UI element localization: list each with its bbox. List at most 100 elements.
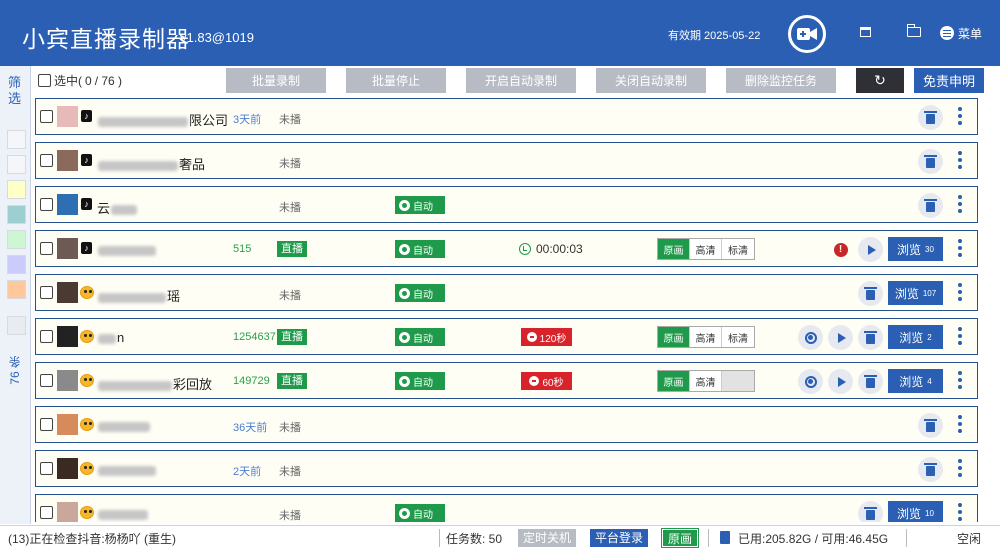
quality-high[interactable]: 高清	[690, 371, 722, 391]
quality-standard[interactable]: 标清	[722, 239, 754, 259]
browse-button[interactable]: 浏览 30	[888, 237, 943, 261]
more-options-icon[interactable]	[958, 503, 962, 522]
browse-button[interactable]: 浏览 10	[888, 501, 943, 522]
list-item[interactable]: ♪ 515 直播 自动 00:00:03 原画 高清 标清 ! 浏览 30	[35, 230, 978, 267]
list-item[interactable]: 瑶 未播 自动 浏览 107	[35, 274, 978, 311]
play-button[interactable]	[828, 369, 853, 394]
streamer-name[interactable]	[97, 242, 157, 257]
more-options-icon[interactable]	[958, 371, 962, 391]
list-item[interactable]: ♪ 限公司 3天前 未播	[35, 98, 978, 135]
quality-original[interactable]: 原画	[658, 239, 690, 259]
quality-selector[interactable]: 原画 高清	[657, 370, 755, 392]
default-quality-button[interactable]: 原画	[660, 528, 700, 548]
filter-label[interactable]: 筛选	[8, 76, 22, 108]
disclaimer-button[interactable]: 免责申明	[914, 68, 984, 93]
streamer-name[interactable]: 瑶	[97, 286, 180, 305]
more-options-icon[interactable]	[958, 107, 962, 127]
more-options-icon[interactable]	[958, 195, 962, 215]
browse-button[interactable]: 浏览 4	[888, 369, 943, 393]
search-icon[interactable]	[7, 155, 26, 174]
delete-button[interactable]	[858, 501, 883, 522]
color-filter-lavender[interactable]	[7, 255, 26, 274]
auto-record-badge[interactable]: 自动	[395, 196, 445, 214]
no-filter-icon[interactable]	[7, 130, 26, 149]
streamer-name[interactable]	[97, 506, 149, 521]
more-options-icon[interactable]	[958, 327, 962, 347]
browse-button[interactable]: 浏览 107	[888, 281, 943, 305]
row-checkbox[interactable]	[40, 330, 53, 343]
scheduled-shutdown-button[interactable]: 定时关机	[518, 529, 577, 547]
batch-stop-button[interactable]: 批量停止	[346, 68, 446, 93]
disable-auto-record-button[interactable]: 关闭自动录制	[596, 68, 706, 93]
delete-button[interactable]	[858, 325, 883, 350]
select-all[interactable]: 选中( 0 / 76 )	[38, 72, 122, 89]
list-item[interactable]: ♪ 云 未播 自动	[35, 186, 978, 223]
quality-selector[interactable]: 原画 高清 标清	[657, 326, 755, 348]
streamer-name[interactable]	[97, 418, 151, 433]
play-button[interactable]	[858, 237, 883, 262]
more-options-icon[interactable]	[958, 415, 962, 435]
list-item[interactable]: 36天前 未播	[35, 406, 978, 443]
streamer-name[interactable]: 奢品	[97, 154, 205, 173]
row-checkbox[interactable]	[40, 374, 53, 387]
list-item[interactable]: ♪ 奢品 未播	[35, 142, 978, 179]
menu-button[interactable]: 菜单	[940, 25, 982, 41]
color-filter-orange[interactable]	[7, 280, 26, 299]
delete-button[interactable]	[918, 149, 943, 174]
streamer-name[interactable]: 限公司	[97, 110, 228, 129]
window-mode-icon[interactable]	[860, 27, 871, 37]
quality-selector[interactable]: 原画 高清 标清	[657, 238, 755, 260]
auto-record-badge[interactable]: 自动	[395, 240, 445, 258]
quality-standard[interactable]	[722, 371, 754, 391]
quality-standard[interactable]: 标清	[722, 327, 754, 347]
batch-record-button[interactable]: 批量录制	[226, 68, 326, 93]
delete-button[interactable]	[858, 369, 883, 394]
list-item[interactable]: 彩回放 149729 直播 自动 60秒 原画 高清 浏览 4	[35, 362, 978, 399]
list-item[interactable]: 未播 自动 浏览 10	[35, 494, 978, 522]
auto-record-badge[interactable]: 自动	[395, 284, 445, 302]
record-camera-icon[interactable]	[788, 15, 826, 53]
streamer-name[interactable]: 彩回放	[97, 374, 212, 393]
delete-button[interactable]	[858, 281, 883, 306]
auto-record-badge[interactable]: 自动	[395, 372, 445, 390]
quality-original[interactable]: 原画	[658, 371, 690, 391]
delete-button[interactable]	[918, 457, 943, 482]
row-checkbox[interactable]	[40, 242, 53, 255]
clear-filter-icon[interactable]	[7, 316, 26, 335]
stop-record-button[interactable]	[798, 369, 823, 394]
play-button[interactable]	[828, 325, 853, 350]
auto-record-badge[interactable]: 自动	[395, 504, 445, 522]
row-checkbox[interactable]	[40, 506, 53, 519]
delete-button[interactable]	[918, 413, 943, 438]
select-all-checkbox[interactable]	[38, 74, 51, 87]
browse-button[interactable]: 浏览 2	[888, 325, 943, 349]
streamer-name[interactable]	[97, 462, 157, 477]
list-item[interactable]: 2天前 未播	[35, 450, 978, 487]
folder-icon[interactable]	[906, 24, 921, 37]
row-checkbox[interactable]	[40, 198, 53, 211]
quality-high[interactable]: 高清	[690, 327, 722, 347]
more-options-icon[interactable]	[958, 239, 962, 259]
delete-button[interactable]	[918, 105, 943, 130]
streamer-name[interactable]: n	[97, 330, 124, 345]
color-filter-green[interactable]	[7, 230, 26, 249]
auto-record-badge[interactable]: 自动	[395, 328, 445, 346]
stop-record-button[interactable]	[798, 325, 823, 350]
color-filter-yellow[interactable]	[7, 180, 26, 199]
row-checkbox[interactable]	[40, 462, 53, 475]
warning-icon[interactable]: !	[828, 237, 853, 262]
row-checkbox[interactable]	[40, 110, 53, 123]
quality-high[interactable]: 高清	[690, 239, 722, 259]
quality-original[interactable]: 原画	[658, 327, 690, 347]
platform-login-button[interactable]: 平台登录	[590, 529, 649, 547]
list-item[interactable]: n 1254637 直播 自动 120秒 原画 高清 标清 浏览 2	[35, 318, 978, 355]
row-checkbox[interactable]	[40, 286, 53, 299]
refresh-button[interactable]: ↻	[856, 68, 904, 93]
streamer-name[interactable]: 云	[97, 198, 138, 217]
more-options-icon[interactable]	[958, 151, 962, 171]
color-filter-teal[interactable]	[7, 205, 26, 224]
more-options-icon[interactable]	[958, 459, 962, 479]
row-checkbox[interactable]	[40, 154, 53, 167]
delete-button[interactable]	[918, 193, 943, 218]
delete-monitor-task-button[interactable]: 删除监控任务	[726, 68, 836, 93]
